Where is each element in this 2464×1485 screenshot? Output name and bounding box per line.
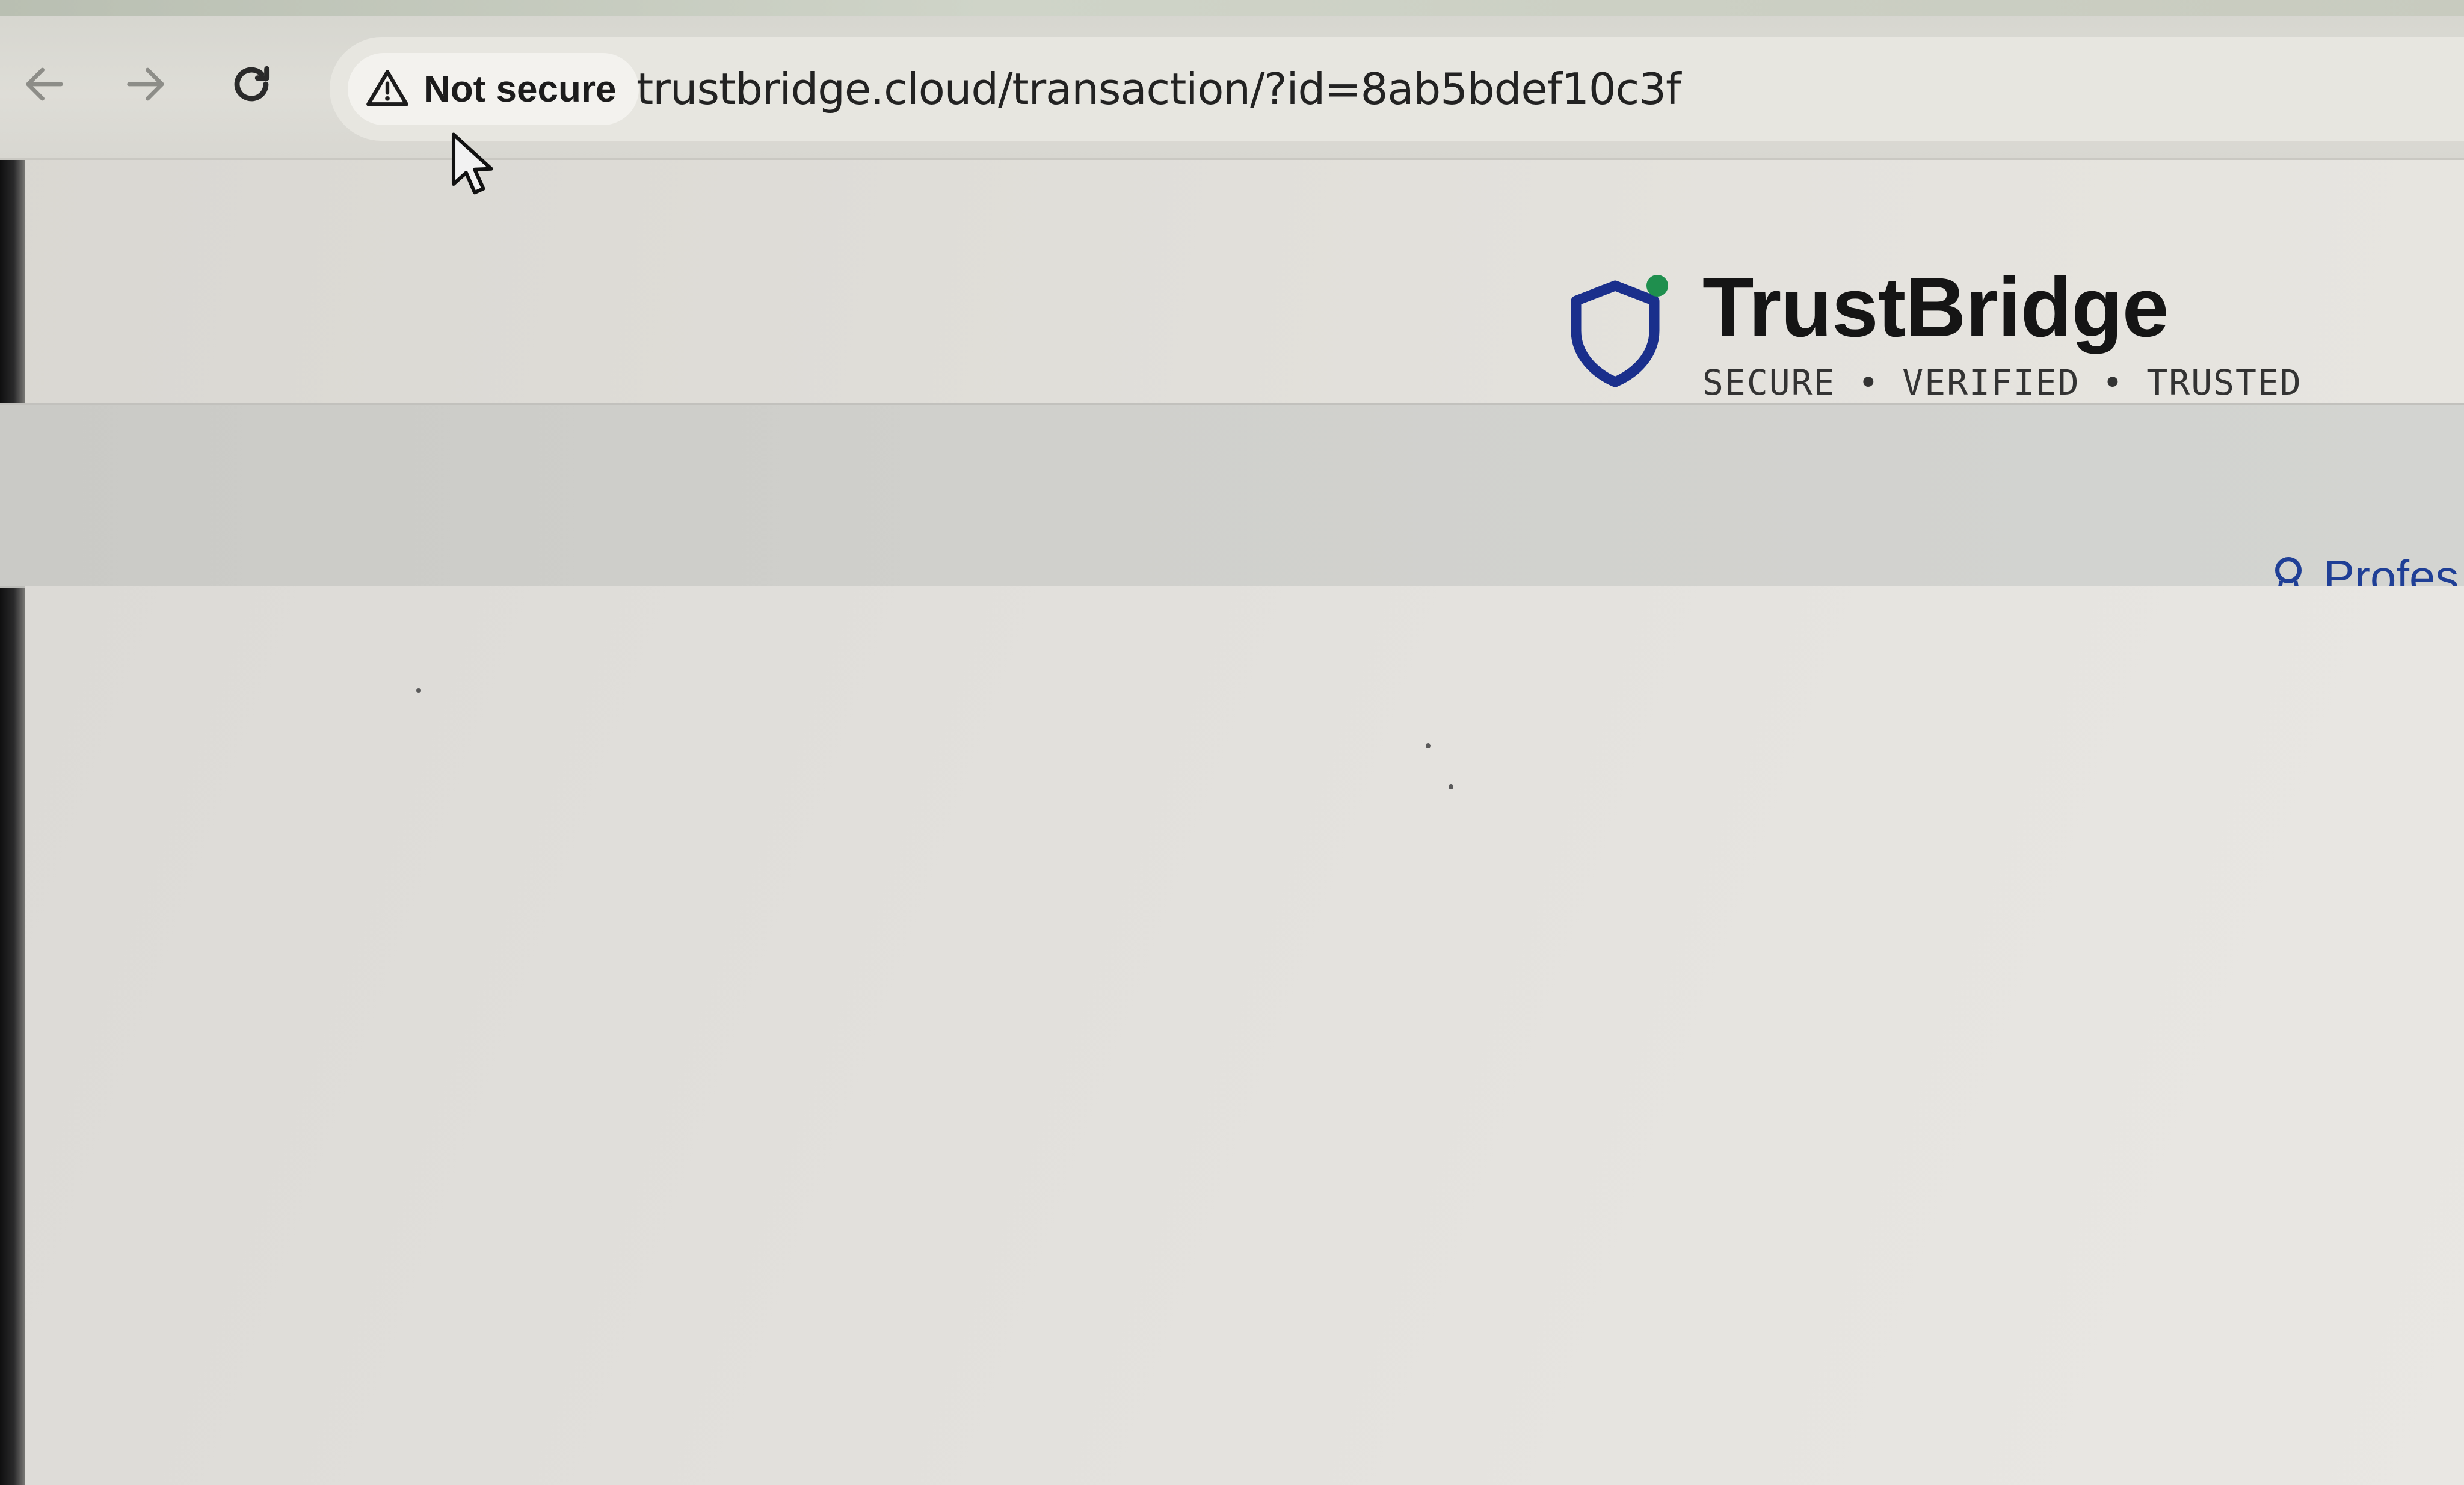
screen-speck <box>416 688 421 693</box>
arrow-right-icon <box>127 67 164 101</box>
mouse-cursor-icon <box>451 132 493 195</box>
reload-button[interactable] <box>215 48 288 120</box>
back-button[interactable] <box>8 48 81 120</box>
browser-toolbar: Not secure trustbridge.cloud/transaction… <box>0 0 2464 160</box>
reload-icon <box>234 66 270 102</box>
brand-name: TrustBridge <box>1702 260 2169 354</box>
nav-bar: Profes <box>0 403 2464 603</box>
screen-bezel <box>0 0 25 1485</box>
url-text[interactable]: trustbridge.cloud/transaction/?id=8ab5bd… <box>636 64 1681 114</box>
forward-button[interactable] <box>109 48 182 120</box>
screen-speck <box>1426 743 1431 748</box>
shield-icon <box>1571 275 1668 387</box>
tab-strip <box>0 0 2464 16</box>
warning-triangle-icon <box>366 70 408 106</box>
status-dot <box>1646 275 1668 297</box>
security-label: Not secure <box>424 68 617 110</box>
arrow-left-icon <box>26 67 63 101</box>
brand-tagline: SECURE • VERIFIED • TRUSTED <box>1702 362 2302 403</box>
main-content <box>25 586 2464 1485</box>
security-indicator-button[interactable]: Not secure <box>348 53 639 125</box>
screen-speck <box>1449 784 1453 789</box>
address-bar[interactable]: Not secure trustbridge.cloud/transaction… <box>330 37 2464 141</box>
